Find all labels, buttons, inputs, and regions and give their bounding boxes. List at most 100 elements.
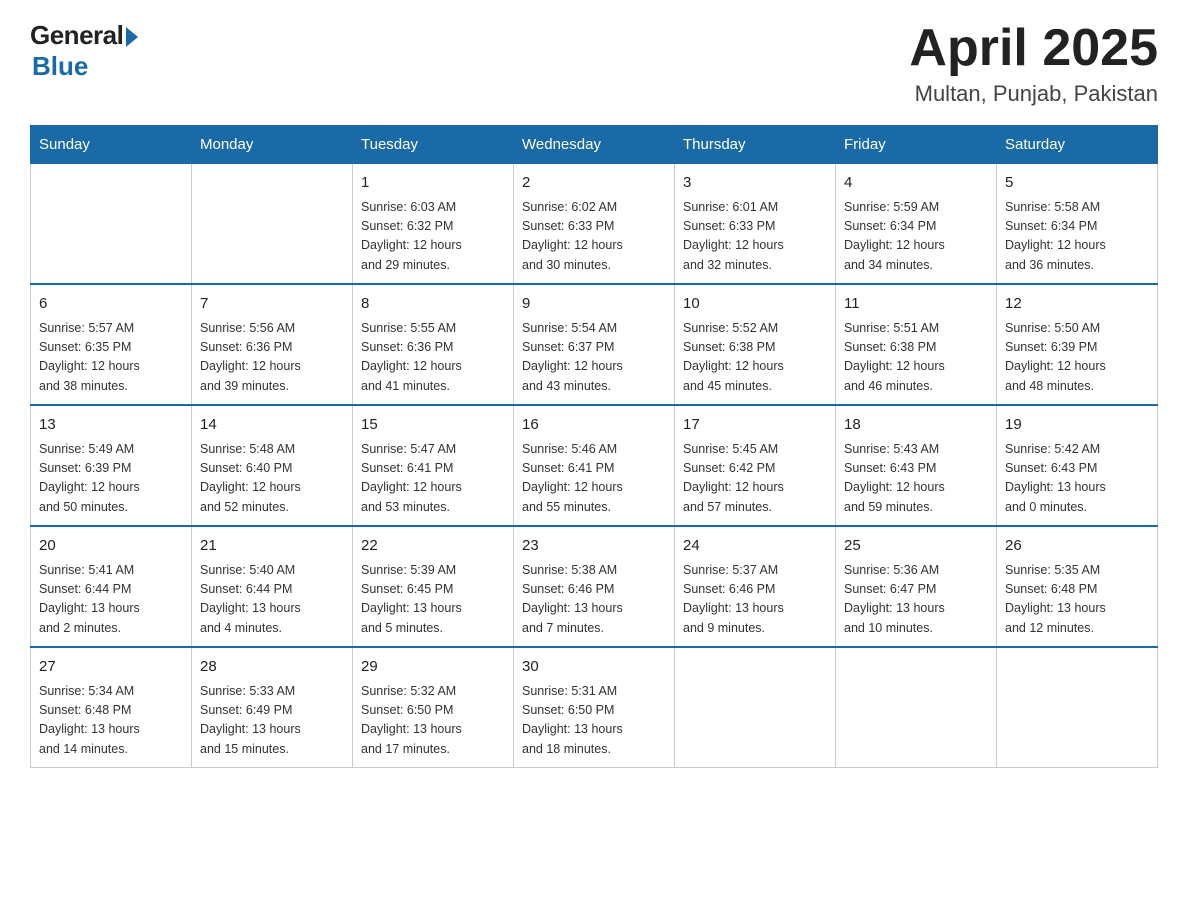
day-number: 3 <box>683 172 827 195</box>
calendar-cell: 18 Sunrise: 5:43 AM Sunset: 6:43 PM Dayli… <box>836 405 997 526</box>
calendar-cell: 28 Sunrise: 5:33 AM Sunset: 6:49 PM Dayli… <box>192 647 353 768</box>
day-info: Sunrise: 5:57 AM Sunset: 6:35 PM Dayligh… <box>39 319 183 397</box>
calendar-cell <box>192 164 353 285</box>
day-number: 28 <box>200 656 344 679</box>
calendar-cell: 26 Sunrise: 5:35 AM Sunset: 6:48 PM Dayli… <box>997 526 1158 647</box>
logo-general-text: General <box>30 20 123 51</box>
day-number: 17 <box>683 414 827 437</box>
calendar-cell: 2 Sunrise: 6:02 AM Sunset: 6:33 PM Daylig… <box>514 164 675 285</box>
calendar-cell: 9Sunrise: 5:54 AM Sunset: 6:37 PM Daylig… <box>514 284 675 405</box>
calendar-cell <box>31 164 192 285</box>
calendar-header-sunday: Sunday <box>31 126 192 164</box>
calendar-header-row: SundayMondayTuesdayWednesdayThursdayFrid… <box>31 126 1158 164</box>
day-number: 20 <box>39 535 183 558</box>
calendar-cell: 3 Sunrise: 6:01 AM Sunset: 6:33 PM Daylig… <box>675 164 836 285</box>
day-info: Sunrise: 5:42 AM Sunset: 6:43 PM Dayligh… <box>1005 440 1149 518</box>
day-number: 24 <box>683 535 827 558</box>
page-title: April 2025 <box>909 20 1158 77</box>
calendar-header-thursday: Thursday <box>675 126 836 164</box>
day-info: Sunrise: 6:01 AM Sunset: 6:33 PM Dayligh… <box>683 198 827 276</box>
calendar-cell: 24 Sunrise: 5:37 AM Sunset: 6:46 PM Dayli… <box>675 526 836 647</box>
day-info: Sunrise: 5:35 AM Sunset: 6:48 PM Dayligh… <box>1005 561 1149 639</box>
day-number: 7 <box>200 293 344 316</box>
day-number: 19 <box>1005 414 1149 437</box>
calendar-cell: 20Sunrise: 5:41 AM Sunset: 6:44 PM Dayli… <box>31 526 192 647</box>
calendar-cell: 30Sunrise: 5:31 AM Sunset: 6:50 PM Dayli… <box>514 647 675 768</box>
calendar-cell: 6 Sunrise: 5:57 AM Sunset: 6:35 PM Daylig… <box>31 284 192 405</box>
calendar-cell <box>675 647 836 768</box>
calendar-cell: 13Sunrise: 5:49 AM Sunset: 6:39 PM Dayli… <box>31 405 192 526</box>
day-info: Sunrise: 5:33 AM Sunset: 6:49 PM Dayligh… <box>200 682 344 760</box>
day-info: Sunrise: 5:32 AM Sunset: 6:50 PM Dayligh… <box>361 682 505 760</box>
logo-arrow-icon <box>126 27 138 47</box>
day-info: Sunrise: 5:50 AM Sunset: 6:39 PM Dayligh… <box>1005 319 1149 397</box>
calendar-cell: 12Sunrise: 5:50 AM Sunset: 6:39 PM Dayli… <box>997 284 1158 405</box>
calendar-week-row: 1 Sunrise: 6:03 AM Sunset: 6:32 PM Daylig… <box>31 164 1158 285</box>
day-info: Sunrise: 5:59 AM Sunset: 6:34 PM Dayligh… <box>844 198 988 276</box>
calendar-cell <box>836 647 997 768</box>
calendar-cell: 25Sunrise: 5:36 AM Sunset: 6:47 PM Dayli… <box>836 526 997 647</box>
day-info: Sunrise: 5:56 AM Sunset: 6:36 PM Dayligh… <box>200 319 344 397</box>
day-info: Sunrise: 5:39 AM Sunset: 6:45 PM Dayligh… <box>361 561 505 639</box>
day-info: Sunrise: 5:52 AM Sunset: 6:38 PM Dayligh… <box>683 319 827 397</box>
day-info: Sunrise: 6:03 AM Sunset: 6:32 PM Dayligh… <box>361 198 505 276</box>
calendar-cell: 10 Sunrise: 5:52 AM Sunset: 6:38 PM Dayli… <box>675 284 836 405</box>
day-info: Sunrise: 5:43 AM Sunset: 6:43 PM Dayligh… <box>844 440 988 518</box>
day-number: 6 <box>39 293 183 316</box>
page-header: General Blue April 2025 Multan, Punjab, … <box>30 20 1158 107</box>
calendar-cell: 22 Sunrise: 5:39 AM Sunset: 6:45 PM Dayli… <box>353 526 514 647</box>
day-info: Sunrise: 5:45 AM Sunset: 6:42 PM Dayligh… <box>683 440 827 518</box>
day-number: 27 <box>39 656 183 679</box>
calendar-cell: 7 Sunrise: 5:56 AM Sunset: 6:36 PM Daylig… <box>192 284 353 405</box>
day-number: 16 <box>522 414 666 437</box>
day-info: Sunrise: 5:58 AM Sunset: 6:34 PM Dayligh… <box>1005 198 1149 276</box>
day-number: 8 <box>361 293 505 316</box>
day-number: 29 <box>361 656 505 679</box>
day-number: 30 <box>522 656 666 679</box>
calendar-header-wednesday: Wednesday <box>514 126 675 164</box>
day-info: Sunrise: 5:37 AM Sunset: 6:46 PM Dayligh… <box>683 561 827 639</box>
calendar-week-row: 27 Sunrise: 5:34 AM Sunset: 6:48 PM Dayli… <box>31 647 1158 768</box>
day-number: 22 <box>361 535 505 558</box>
day-number: 21 <box>200 535 344 558</box>
calendar-cell: 29 Sunrise: 5:32 AM Sunset: 6:50 PM Dayli… <box>353 647 514 768</box>
day-number: 13 <box>39 414 183 437</box>
day-number: 15 <box>361 414 505 437</box>
logo-blue-text: Blue <box>32 51 88 82</box>
calendar-header-saturday: Saturday <box>997 126 1158 164</box>
calendar-cell: 16 Sunrise: 5:46 AM Sunset: 6:41 PM Dayli… <box>514 405 675 526</box>
calendar-header-monday: Monday <box>192 126 353 164</box>
day-info: Sunrise: 5:40 AM Sunset: 6:44 PM Dayligh… <box>200 561 344 639</box>
calendar-week-row: 6 Sunrise: 5:57 AM Sunset: 6:35 PM Daylig… <box>31 284 1158 405</box>
day-info: Sunrise: 5:46 AM Sunset: 6:41 PM Dayligh… <box>522 440 666 518</box>
calendar-header-tuesday: Tuesday <box>353 126 514 164</box>
calendar-cell: 11Sunrise: 5:51 AM Sunset: 6:38 PM Dayli… <box>836 284 997 405</box>
calendar-cell <box>997 647 1158 768</box>
calendar-week-row: 20Sunrise: 5:41 AM Sunset: 6:44 PM Dayli… <box>31 526 1158 647</box>
calendar-cell: 23Sunrise: 5:38 AM Sunset: 6:46 PM Dayli… <box>514 526 675 647</box>
calendar-week-row: 13Sunrise: 5:49 AM Sunset: 6:39 PM Dayli… <box>31 405 1158 526</box>
logo: General Blue <box>30 20 138 82</box>
day-number: 23 <box>522 535 666 558</box>
day-number: 10 <box>683 293 827 316</box>
calendar-cell: 27 Sunrise: 5:34 AM Sunset: 6:48 PM Dayli… <box>31 647 192 768</box>
day-info: Sunrise: 5:48 AM Sunset: 6:40 PM Dayligh… <box>200 440 344 518</box>
calendar-cell: 5Sunrise: 5:58 AM Sunset: 6:34 PM Daylig… <box>997 164 1158 285</box>
calendar-cell: 17 Sunrise: 5:45 AM Sunset: 6:42 PM Dayli… <box>675 405 836 526</box>
day-info: Sunrise: 5:34 AM Sunset: 6:48 PM Dayligh… <box>39 682 183 760</box>
day-number: 18 <box>844 414 988 437</box>
calendar-cell: 8Sunrise: 5:55 AM Sunset: 6:36 PM Daylig… <box>353 284 514 405</box>
calendar-cell: 14Sunrise: 5:48 AM Sunset: 6:40 PM Dayli… <box>192 405 353 526</box>
day-info: Sunrise: 5:51 AM Sunset: 6:38 PM Dayligh… <box>844 319 988 397</box>
day-number: 4 <box>844 172 988 195</box>
day-number: 26 <box>1005 535 1149 558</box>
day-info: Sunrise: 6:02 AM Sunset: 6:33 PM Dayligh… <box>522 198 666 276</box>
day-number: 1 <box>361 172 505 195</box>
calendar-header-friday: Friday <box>836 126 997 164</box>
page-subtitle: Multan, Punjab, Pakistan <box>909 81 1158 107</box>
title-section: April 2025 Multan, Punjab, Pakistan <box>909 20 1158 107</box>
day-number: 2 <box>522 172 666 195</box>
calendar-cell: 21 Sunrise: 5:40 AM Sunset: 6:44 PM Dayli… <box>192 526 353 647</box>
calendar-cell: 15Sunrise: 5:47 AM Sunset: 6:41 PM Dayli… <box>353 405 514 526</box>
day-number: 25 <box>844 535 988 558</box>
